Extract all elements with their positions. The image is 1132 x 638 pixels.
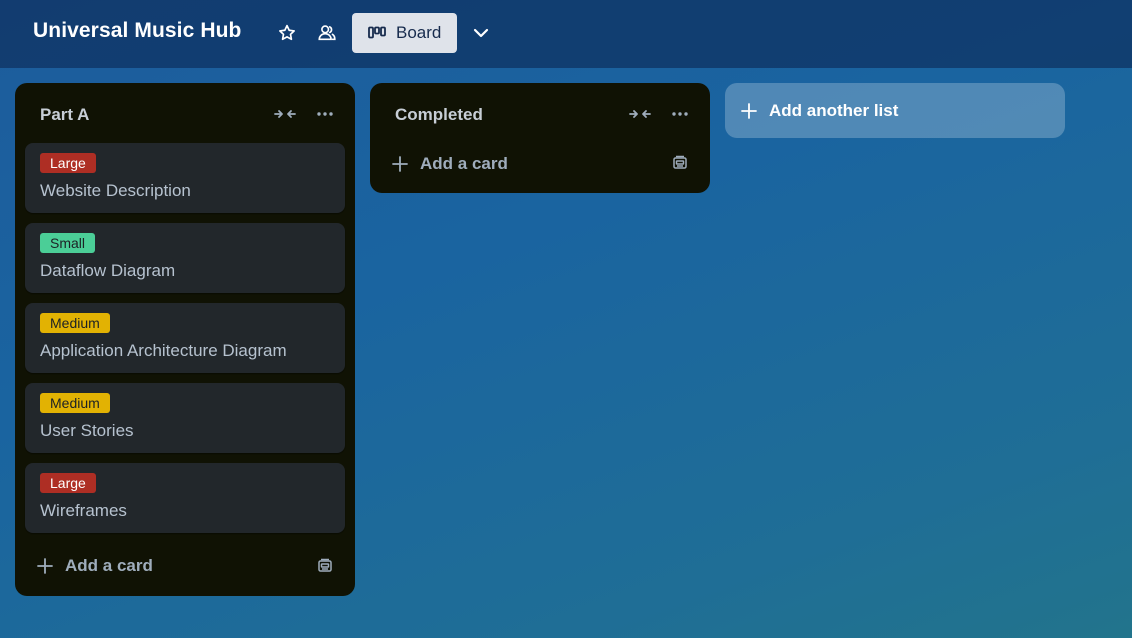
card-title: Website Description: [40, 181, 191, 200]
collapse-list-button[interactable]: [627, 103, 653, 125]
star-icon: [279, 24, 295, 41]
add-card-button[interactable]: Add a card: [25, 550, 270, 582]
card-application-architecture-diagram[interactable]: Medium Application Architecture Diagram: [25, 303, 345, 373]
card-title: Application Architecture Diagram: [40, 341, 287, 360]
workspace-visible-icon: [318, 25, 336, 41]
list-part-a: Part A Large Website Description Small D…: [15, 83, 355, 596]
card-label-medium[interactable]: Medium: [40, 313, 110, 333]
card-label-large[interactable]: Large: [40, 153, 96, 173]
add-card-label: Add a card: [65, 556, 153, 575]
card-label-small[interactable]: Small: [40, 233, 96, 253]
board-header: Universal Music Hub Board: [0, 0, 1132, 68]
board-view-label: Board: [396, 23, 442, 42]
list-completed: Completed Add a card: [370, 83, 710, 193]
card-website-description[interactable]: Large Website Description: [25, 143, 345, 213]
plus-icon: [392, 156, 408, 172]
card-user-stories[interactable]: Medium User Stories: [25, 383, 345, 453]
list-menu-button[interactable]: [312, 103, 338, 125]
list-menu-button[interactable]: [667, 103, 693, 125]
star-button[interactable]: [273, 19, 301, 47]
more-icon: [672, 112, 688, 116]
create-from-template-button[interactable]: [312, 553, 338, 579]
card-label-medium[interactable]: Medium: [40, 393, 110, 413]
chevron-down-icon: [473, 28, 489, 38]
create-from-template-button[interactable]: [667, 150, 693, 176]
collapse-list-button[interactable]: [272, 103, 298, 125]
card-title: User Stories: [40, 421, 134, 440]
plus-icon: [741, 102, 757, 119]
card-title: Dataflow Diagram: [40, 261, 176, 280]
card-title: Wireframes: [40, 501, 127, 520]
collapse-icon: [629, 110, 651, 118]
template-icon: [318, 558, 332, 572]
add-list-button[interactable]: Add another list: [725, 83, 1065, 138]
add-list-label: Add another list: [769, 100, 899, 120]
card-wireframes[interactable]: Large Wireframes: [25, 463, 345, 533]
board-title[interactable]: Universal Music Hub: [33, 19, 241, 43]
view-switcher-button[interactable]: [467, 19, 495, 47]
card-dataflow-diagram[interactable]: Small Dataflow Diagram: [25, 223, 345, 293]
list-title[interactable]: Part A: [40, 105, 89, 125]
add-card-label: Add a card: [420, 154, 508, 173]
template-icon: [673, 155, 687, 169]
collapse-icon: [274, 110, 296, 118]
board-icon: [368, 26, 386, 40]
visibility-button[interactable]: [313, 19, 341, 47]
plus-icon: [37, 558, 53, 574]
list-title[interactable]: Completed: [395, 105, 483, 125]
card-label-large[interactable]: Large: [40, 473, 96, 493]
board-view-button[interactable]: Board: [352, 13, 457, 53]
more-icon: [317, 112, 333, 116]
add-card-button[interactable]: Add a card: [380, 148, 625, 180]
